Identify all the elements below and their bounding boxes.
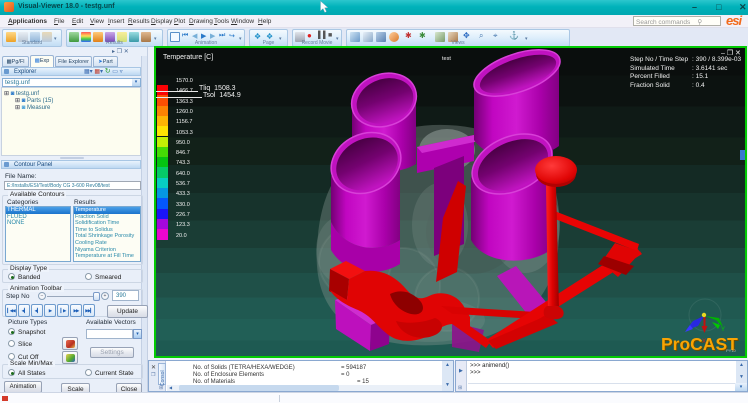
- svg-text:Y: Y: [721, 327, 725, 333]
